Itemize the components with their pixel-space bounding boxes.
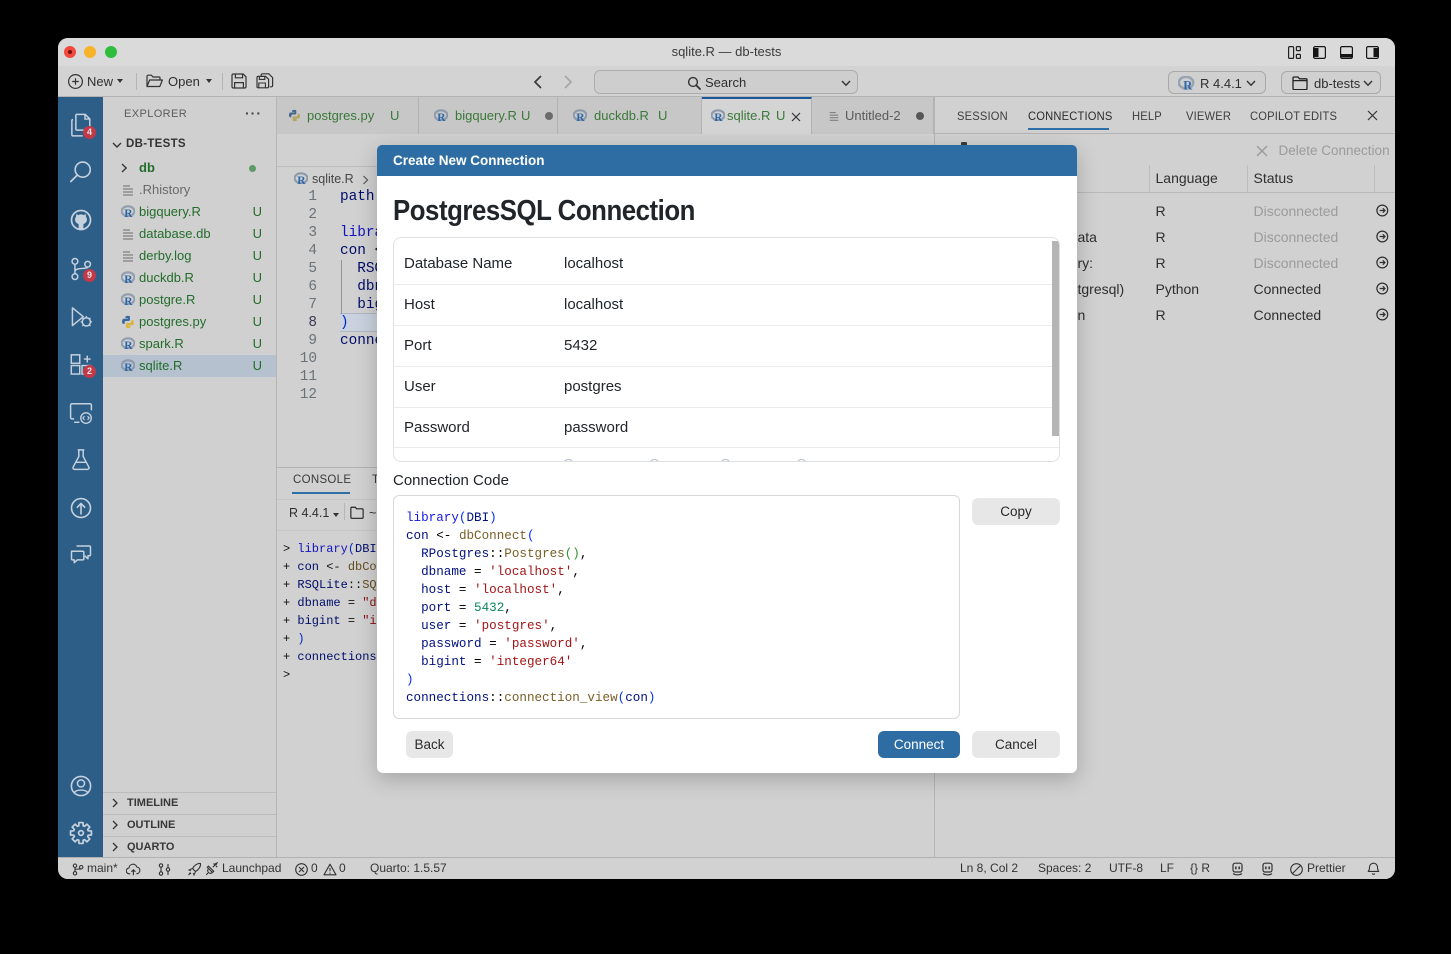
- svg-text:R: R: [437, 112, 446, 123]
- svg-text:R: R: [124, 362, 133, 373]
- svg-text:R: R: [124, 296, 133, 307]
- svg-text:R: R: [124, 208, 133, 219]
- svg-text:R: R: [297, 175, 306, 186]
- svg-text:R: R: [576, 112, 585, 123]
- svg-text:R: R: [1183, 78, 1193, 90]
- svg-text:R: R: [714, 112, 723, 123]
- svg-text:R: R: [124, 340, 133, 351]
- svg-text:R: R: [124, 274, 133, 285]
